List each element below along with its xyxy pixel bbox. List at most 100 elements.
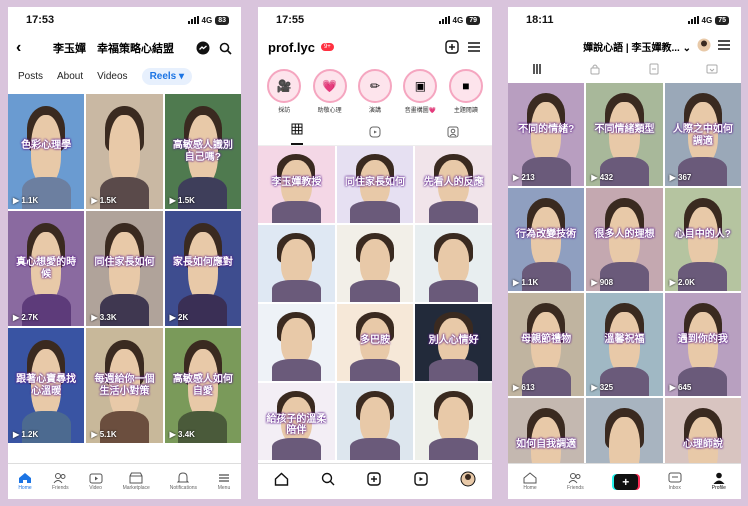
tab-videos[interactable]: Videos — [97, 71, 127, 82]
network-label: 4G — [452, 15, 464, 25]
nav-friends[interactable]: Friends — [567, 472, 584, 491]
search-icon[interactable] — [217, 40, 233, 56]
tab-reels[interactable]: Reels ▾ — [141, 67, 193, 85]
tab-posts[interactable]: Posts — [18, 71, 43, 82]
add-post-icon[interactable] — [444, 39, 460, 55]
video-thumbnail[interactable]: 同住家長如何 — [336, 146, 414, 223]
create-icon[interactable] — [367, 472, 382, 491]
battery-icon: 83 — [215, 15, 229, 25]
video-thumbnail[interactable]: 行為改變技術 ▶ 1.1K — [508, 188, 585, 291]
nav-label: Marketplace — [122, 485, 150, 491]
tagged-tab-icon[interactable] — [447, 125, 459, 143]
video-thumbnail[interactable]: 每週給你一個生活小對策 ▶ 5.1K — [86, 328, 163, 443]
video-thumbnail[interactable]: 多巴胺 — [336, 304, 414, 381]
signal-icon — [687, 16, 699, 24]
nav-friends[interactable]: Friends — [52, 472, 69, 491]
nav-inbox[interactable]: Inbox — [668, 472, 682, 491]
video-thumbnail[interactable]: 別人心情好 — [415, 304, 492, 381]
view-count-value: 1.2K — [21, 430, 39, 439]
video-thumbnail[interactable]: 跟著心寶尋找心溫暖 ▶ 1.2K — [8, 328, 85, 443]
thumbnail-caption: 不同情緒類型 — [594, 124, 655, 136]
create-button[interactable]: + — [613, 473, 638, 490]
story-highlight[interactable]: ▣ 音畫構圖💗 — [402, 69, 438, 114]
username[interactable]: prof.lyc — [268, 40, 315, 55]
nav-label: Video — [89, 485, 102, 491]
bell-icon — [177, 472, 190, 483]
video-thumbnail[interactable]: ▶ 1.5K — [86, 94, 163, 209]
nav-profile[interactable]: Profile — [712, 472, 726, 491]
video-thumbnail[interactable]: 不同的情緒? ▶ 213 — [508, 83, 585, 186]
thumbnail-caption: 先看人的反應 — [423, 176, 484, 188]
avatar[interactable] — [697, 38, 711, 55]
video-thumbnail[interactable] — [336, 383, 414, 460]
video-thumbnail[interactable]: 同住家長如何 ▶ 3.3K — [86, 211, 163, 326]
view-count-value: 3.4K — [178, 430, 195, 439]
liked-tab-icon[interactable] — [706, 63, 718, 78]
video-thumbnail[interactable]: 家長如何應對 ▶ 2K — [164, 211, 241, 326]
tab-about[interactable]: About — [57, 71, 83, 82]
videos-tab-icon[interactable] — [531, 63, 543, 78]
nav-notifications[interactable]: Notifications — [170, 472, 197, 491]
thumbnail-caption: 多巴胺 — [359, 334, 390, 346]
reels-icon[interactable] — [413, 472, 428, 491]
thumbnail-caption: 高敏感人識別自己嗎? — [172, 140, 233, 163]
video-thumbnail[interactable] — [336, 225, 414, 302]
menu-icon[interactable] — [466, 39, 482, 55]
menu-icon[interactable] — [717, 39, 731, 54]
video-thumbnail[interactable]: 遇到你的我 ▶ 645 — [664, 293, 741, 396]
friends-icon — [53, 473, 66, 484]
view-count-value: 1.1K — [21, 196, 39, 205]
home-icon[interactable] — [274, 472, 289, 491]
play-icon: ▶ — [591, 173, 600, 182]
nav-marketplace[interactable]: Marketplace — [123, 472, 150, 491]
view-count-value: 1.5K — [99, 196, 117, 205]
video-thumbnail[interactable] — [258, 225, 335, 302]
thumbnail-caption: 跟著心寶尋找心溫暖 — [16, 374, 77, 397]
thumbnail-caption: 同住家長如何 — [94, 257, 155, 268]
video-thumbnail[interactable]: 很多人的理想 ▶ 908 — [586, 188, 663, 291]
video-thumbnail[interactable]: 不同情緒類型 ▶ 432 — [586, 83, 663, 186]
reels-tab-icon[interactable] — [369, 125, 381, 143]
lock-icon[interactable] — [589, 63, 601, 78]
nav-video[interactable]: Video — [89, 472, 103, 491]
status-bar: 17:55 4G 79 — [258, 7, 492, 33]
video-thumbnail[interactable]: 心目中的人? ▶ 2.0K — [664, 188, 741, 291]
nav-home[interactable]: Home — [523, 472, 537, 491]
profile-avatar[interactable] — [460, 471, 476, 492]
story-highlight[interactable]: 🎥 採訪 — [266, 69, 302, 114]
view-count: ▶ 432 — [591, 173, 613, 182]
thumbnail-caption: 別人心情好 — [428, 334, 479, 346]
story-highlight[interactable]: ✏ 演講 — [357, 69, 393, 114]
thumbnail-caption: 如何自我調適 — [516, 439, 577, 451]
video-thumbnail[interactable]: 真心想愛的時候 ▶ 2.7K — [8, 211, 85, 326]
video-thumbnail[interactable] — [415, 383, 492, 460]
video-thumbnail[interactable]: 溫馨祝福 ▶ 325 — [586, 293, 663, 396]
video-thumbnail[interactable]: 色彩心理學 ▶ 1.1K — [8, 94, 85, 209]
video-thumbnail[interactable]: 先看人的反應 — [415, 146, 492, 223]
grid-tab-icon[interactable] — [291, 122, 303, 145]
video-thumbnail[interactable]: 母親節禮物 ▶ 613 — [508, 293, 585, 396]
story-highlight[interactable]: 💗 助敬心理 — [311, 69, 347, 114]
video-thumbnail[interactable]: 人際之中如何調適 ▶ 367 — [664, 83, 741, 186]
tiktok-screen: 18:11 4G 75 嬋說心語 | 李玉嬋教... ⌄ 不同的情緒? ▶ 213… — [508, 7, 741, 499]
back-arrow-icon[interactable]: ‹ — [16, 39, 32, 57]
view-count: ▶ 5.1K — [91, 430, 116, 439]
video-thumbnail[interactable]: 給孩子的溫柔陪伴 — [258, 383, 335, 460]
nav-menu[interactable]: Menu — [217, 472, 231, 491]
reposts-tab-icon[interactable] — [648, 63, 660, 78]
view-count: ▶ 3.4K — [170, 430, 195, 439]
nav-label: Notifications — [169, 485, 198, 491]
profile-title[interactable]: 嬋說心語 | 李玉嬋教... ⌄ — [583, 39, 691, 54]
search-icon[interactable] — [321, 472, 335, 491]
video-thumbnail[interactable]: 李玉嬋教授 — [258, 146, 335, 223]
story-highlight[interactable]: ■ 主題閱讀 — [448, 69, 484, 114]
video-thumbnail[interactable] — [258, 304, 335, 381]
video-thumbnail[interactable]: 高敏感人識別自己嗎? ▶ 1.5K — [164, 94, 241, 209]
nav-home[interactable]: Home — [18, 472, 32, 491]
video-thumbnail[interactable] — [415, 225, 492, 302]
messenger-icon[interactable] — [195, 40, 211, 56]
network-label: 4G — [701, 15, 713, 25]
video-thumbnail[interactable]: 高敏感人如何自愛 ▶ 3.4K — [164, 328, 241, 443]
thumbnail-caption: 行為改變技術 — [516, 229, 577, 241]
person-body — [429, 201, 479, 223]
